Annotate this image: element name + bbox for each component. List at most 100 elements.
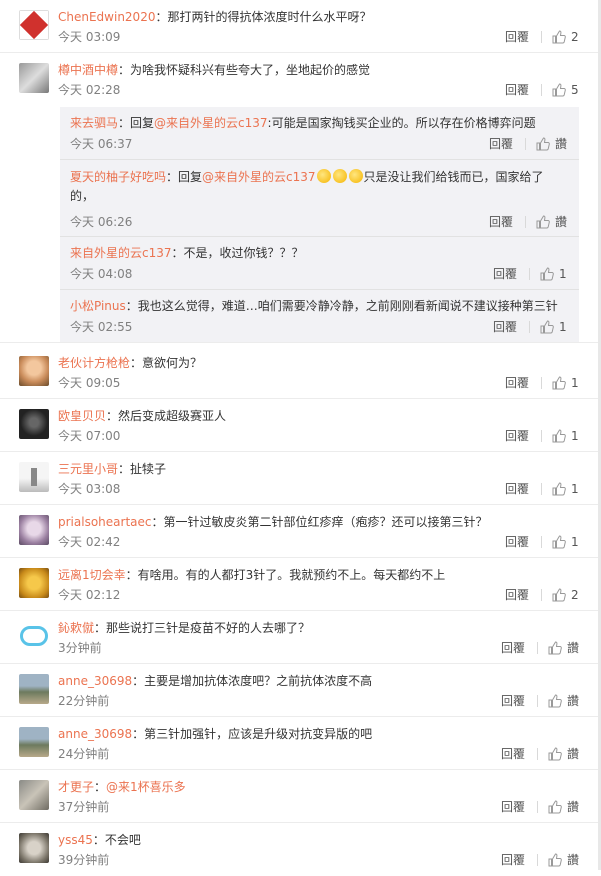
comment-item: 才更子：@来1杯喜乐多 37分钟前 回覆 讚 [0, 770, 598, 823]
reply-button[interactable]: 回覆 [501, 853, 525, 867]
thumbs-up-icon[interactable] [552, 482, 566, 496]
thumbs-up-icon[interactable] [540, 320, 554, 334]
divider [541, 31, 542, 43]
comment-text: :可能是国家掏钱买企业的。所以存在价格博弈问题 [267, 116, 536, 130]
mention-link[interactable]: @来1杯喜乐多 [106, 780, 186, 794]
avatar[interactable] [19, 568, 49, 598]
username-link[interactable]: yss45 [58, 833, 93, 847]
sub-reply-item: 来自外星的云c137：不是，收过你钱？？？ 今天 04:08 回覆 1 [60, 237, 579, 290]
username-link[interactable]: ChenEdwin2020 [58, 10, 155, 24]
avatar[interactable] [19, 356, 49, 386]
avatar[interactable] [19, 780, 49, 810]
thumbs-up-icon[interactable] [548, 694, 562, 708]
like-count: 1 [571, 429, 579, 443]
reply-button[interactable]: 回覆 [501, 747, 525, 761]
username-link[interactable]: 来自外星的云c137 [70, 246, 172, 260]
divider [536, 642, 538, 654]
avatar[interactable] [19, 462, 49, 492]
thumbs-up-icon[interactable] [552, 30, 566, 44]
mention-link[interactable]: @来自外星的云c137 [202, 170, 316, 184]
timestamp: 今天 03:09 [58, 30, 121, 44]
avatar[interactable] [19, 515, 49, 545]
reply-button[interactable]: 回覆 [505, 535, 529, 549]
username-link[interactable]: 鈊欶僦 [58, 621, 94, 635]
username-link[interactable]: anne_30698 [58, 727, 132, 741]
like-count: 1 [559, 267, 567, 281]
avatar[interactable] [19, 621, 49, 651]
reply-button[interactable]: 回覆 [505, 83, 529, 97]
timestamp: 今天 06:37 [70, 137, 133, 151]
comment-text: ：不会吧 [92, 833, 141, 847]
username-link[interactable]: 老伙计方枪枪 [58, 356, 130, 370]
reply-button[interactable]: 回覆 [501, 800, 525, 814]
timestamp: 24分钟前 [58, 747, 110, 761]
comment-item: 远离1切会幸：有啥用。有的人都打3针了。我就预约不上。每天都约不上 今天 02:… [0, 558, 598, 611]
username-link[interactable]: 来去驷马 [70, 116, 118, 130]
thumbs-up-icon[interactable] [540, 267, 554, 281]
avatar[interactable] [19, 409, 49, 439]
comment-text: ：那些说打三针是疫苗不好的人去哪了？ [94, 621, 311, 635]
thumbs-up-icon[interactable] [536, 137, 550, 151]
reply-button[interactable]: 回覆 [505, 376, 529, 390]
timestamp: 今天 02:42 [58, 535, 121, 549]
reply-button[interactable]: 回覆 [501, 694, 525, 708]
reply-button[interactable]: 回覆 [489, 137, 513, 151]
username-link[interactable]: 欧皇贝贝 [58, 409, 106, 423]
thumbs-up-icon[interactable] [552, 535, 566, 549]
thumbs-up-icon[interactable] [552, 83, 566, 97]
comment-item: 欧皇贝贝：然后变成超级赛亚人 今天 07:00 回覆 1 [0, 399, 598, 452]
like-label[interactable]: 讚 [555, 215, 567, 229]
comment-item: prialsoheartaec：第一针过敏皮炎第二针部位红疹痒（疱疹？还可以接第… [0, 505, 598, 558]
thumbs-up-icon[interactable] [548, 641, 562, 655]
comment-item: anne_30698：主要是增加抗体浓度吧？之前抗体浓度不高 22分钟前 回覆 讚 [0, 664, 598, 717]
username-link[interactable]: 远离1切会幸 [58, 568, 126, 582]
reply-button[interactable]: 回覆 [489, 215, 513, 229]
emoji-icon [316, 169, 364, 184]
reply-button[interactable]: 回覆 [501, 641, 525, 655]
avatar[interactable] [19, 727, 49, 757]
username-link[interactable]: 小松Pinus [70, 299, 126, 313]
reply-button[interactable]: 回覆 [493, 320, 517, 334]
divider [536, 695, 538, 707]
comment-text: ：我也这么觉得，难道…咱们需要冷静冷静，之前刚刚看新闻说不建议接种第三针 [125, 299, 558, 313]
timestamp: 今天 09:05 [58, 376, 121, 390]
reply-button[interactable]: 回覆 [493, 267, 517, 281]
like-label[interactable]: 讚 [567, 694, 579, 708]
username-link[interactable]: 夏天的柚子好吃吗 [70, 170, 166, 184]
thumbs-up-icon[interactable] [552, 429, 566, 443]
thumbs-up-icon[interactable] [548, 800, 562, 814]
thumbs-up-icon[interactable] [552, 376, 566, 390]
avatar[interactable] [19, 674, 49, 704]
timestamp: 今天 07:00 [58, 429, 121, 443]
avatar[interactable] [19, 10, 49, 40]
mention-link[interactable]: @来自外星的云c137 [154, 116, 268, 130]
divider [536, 801, 538, 813]
thumbs-up-icon[interactable] [552, 588, 566, 602]
thumbs-up-icon[interactable] [548, 853, 562, 867]
reply-button[interactable]: 回覆 [505, 30, 529, 44]
comment-list: 老伙计方枪枪：意欲何为？ 今天 09:05 回覆 1 欧皇贝贝：然后变成超级赛亚人… [0, 346, 598, 876]
username-link[interactable]: prialsoheartaec [58, 515, 151, 529]
username-link[interactable]: 三元里小哥 [58, 462, 118, 476]
username-link[interactable]: 樽中酒中樽 [58, 63, 118, 77]
like-label[interactable]: 讚 [567, 641, 579, 655]
sub-reply-item: 来去驷马：回复@来自外星的云c137:可能是国家掏钱买企业的。所以存在价格博弈问… [60, 107, 579, 160]
like-label[interactable]: 讚 [555, 137, 567, 151]
like-label[interactable]: 讚 [567, 747, 579, 761]
username-link[interactable]: anne_30698 [58, 674, 132, 688]
like-label[interactable]: 讚 [567, 800, 579, 814]
avatar[interactable] [19, 63, 49, 93]
thumbs-up-icon[interactable] [548, 747, 562, 761]
divider [541, 377, 542, 389]
like-count: 1 [571, 535, 579, 549]
like-count: 2 [571, 30, 579, 44]
username-link[interactable]: 才更子 [58, 780, 94, 794]
reply-button[interactable]: 回覆 [505, 482, 529, 496]
reply-button[interactable]: 回覆 [505, 429, 529, 443]
reply-button[interactable]: 回覆 [505, 588, 529, 602]
comment-text: ：主要是增加抗体浓度吧？之前抗体浓度不高 [132, 674, 373, 688]
comment-text: ：然后变成超级赛亚人 [106, 409, 227, 423]
avatar[interactable] [19, 833, 49, 863]
like-label[interactable]: 讚 [567, 853, 579, 867]
thumbs-up-icon[interactable] [536, 215, 550, 229]
